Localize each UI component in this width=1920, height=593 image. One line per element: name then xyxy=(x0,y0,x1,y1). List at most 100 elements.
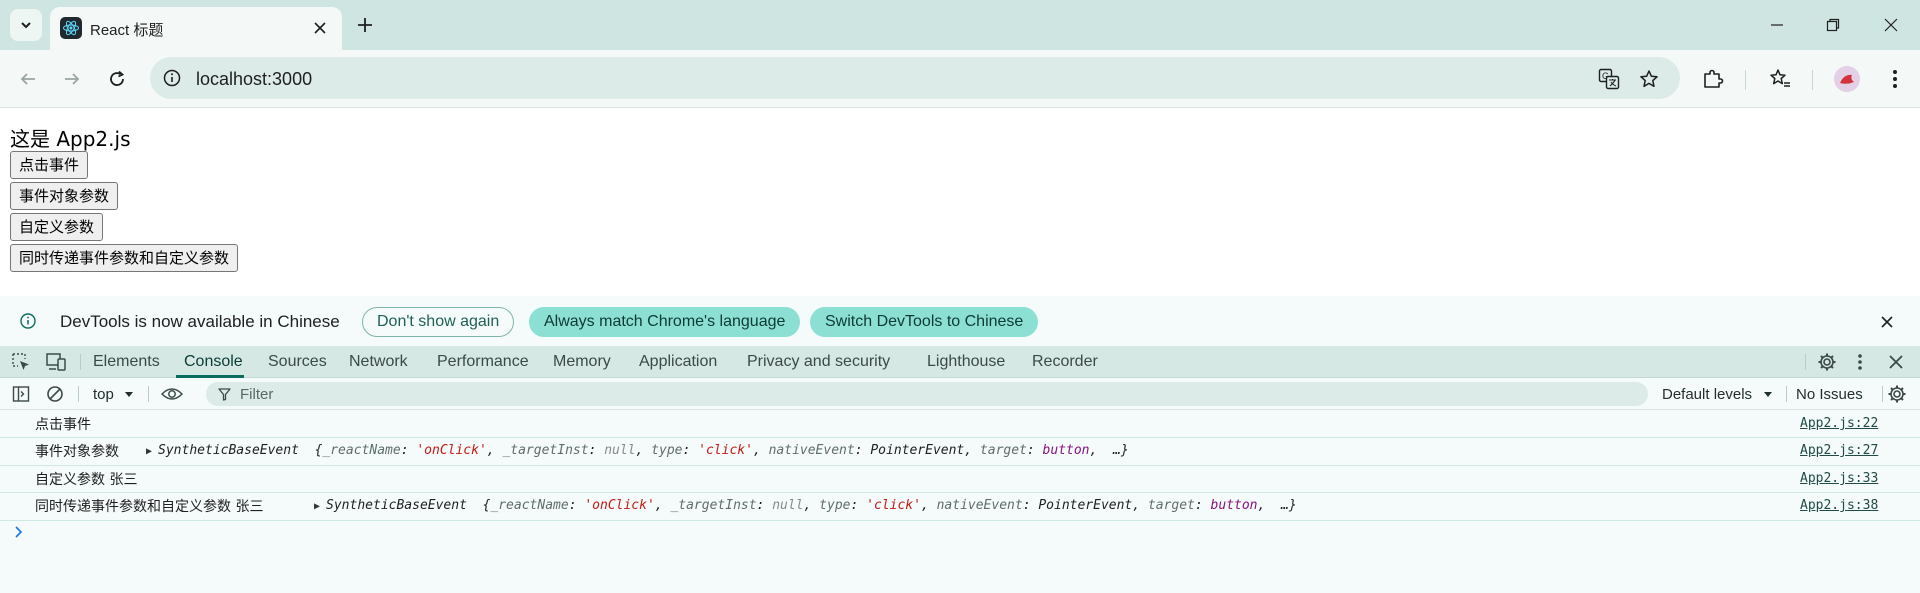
tab-privacy-security[interactable]: Privacy and security xyxy=(747,353,890,371)
console-message: 自定义参数 张三 App2.js:33 xyxy=(0,466,1920,493)
device-icon xyxy=(46,353,66,371)
filter-placeholder: Filter xyxy=(240,386,274,403)
page-heading: 这是 App2.js xyxy=(10,127,131,151)
chevron-down-icon xyxy=(21,22,31,29)
inspect-element-button[interactable] xyxy=(9,350,33,374)
tab-memory[interactable]: Memory xyxy=(553,353,611,371)
dropdown-arrow-icon xyxy=(125,392,133,397)
eye-icon xyxy=(161,388,183,400)
tab-network[interactable]: Network xyxy=(349,353,408,371)
gear-icon xyxy=(1888,385,1906,403)
infobar-message: DevTools is now available in Chinese xyxy=(60,312,340,331)
tab-divider xyxy=(1805,354,1806,370)
console-output: 点击事件 App2.js:22 事件对象参数 ▶ SyntheticBaseEve… xyxy=(0,411,1920,593)
arrow-left-icon xyxy=(20,73,35,85)
dropdown-arrow-icon xyxy=(1764,392,1772,397)
reload-icon xyxy=(110,70,125,86)
devtools-close-button[interactable] xyxy=(1884,350,1908,374)
tab-search-button[interactable] xyxy=(10,9,42,41)
tab-application[interactable]: Application xyxy=(639,353,717,371)
console-toolbar: top Filter Default levels No Issues xyxy=(0,378,1920,410)
log-levels-dropdown[interactable]: Default levels xyxy=(1662,386,1752,403)
more-vertical-icon xyxy=(1893,70,1897,88)
back-button[interactable] xyxy=(12,63,44,95)
console-settings-button[interactable] xyxy=(1885,382,1909,406)
toolbar-divider xyxy=(1812,70,1813,90)
prompt-chevron-icon xyxy=(15,526,23,538)
devtools-panel: DevTools is now available in Chinese Don… xyxy=(0,296,1920,593)
tab-elements[interactable]: Elements xyxy=(93,353,160,371)
always-match-language-button[interactable]: Always match Chrome's language xyxy=(529,307,801,337)
browser-tab[interactable]: React 标题 xyxy=(50,7,342,50)
info-icon xyxy=(18,311,38,331)
tab-sources[interactable]: Sources xyxy=(268,353,327,371)
arrow-right-icon xyxy=(65,73,80,85)
restore-button[interactable] xyxy=(1818,10,1848,40)
browser-toolbar: localhost:3000 G xyxy=(0,50,1920,108)
log-text: 事件对象参数 xyxy=(35,444,119,460)
url-text: localhost:3000 xyxy=(196,69,313,89)
avatar-icon xyxy=(1834,66,1860,92)
console-filter-input[interactable]: Filter xyxy=(206,382,1648,406)
infobar-close-button[interactable] xyxy=(1876,311,1898,333)
device-toolbar-button[interactable] xyxy=(44,350,68,374)
click-event-button[interactable]: 点击事件 xyxy=(10,151,89,179)
reload-button[interactable] xyxy=(101,63,133,95)
tab-lighthouse[interactable]: Lighthouse xyxy=(927,353,1005,371)
switch-to-chinese-button[interactable]: Switch DevTools to Chinese xyxy=(810,307,1039,337)
custom-param-button[interactable]: 自定义参数 xyxy=(10,213,104,241)
minimize-button[interactable] xyxy=(1762,10,1792,40)
console-message: 同时传递事件参数和自定义参数 张三 ▶ SyntheticBaseEvent {_… xyxy=(0,493,1920,521)
page-viewport: 这是 App2.js 点击事件 事件对象参数 自定义参数 同时传递事件参数和自定… xyxy=(0,109,1920,295)
tab-strip: React 标题 xyxy=(0,0,1920,50)
toolbar-divider xyxy=(1882,386,1883,402)
language-infobar: DevTools is now available in Chinese Don… xyxy=(0,296,1920,346)
chrome-menu-button[interactable] xyxy=(1879,63,1911,95)
log-source-link[interactable]: App2.js:27 xyxy=(1800,443,1878,458)
dont-show-again-button[interactable]: Don't show again xyxy=(362,307,515,337)
bookmarks-button[interactable] xyxy=(1764,63,1796,95)
tab-console[interactable]: Console xyxy=(184,353,243,371)
address-bar[interactable]: localhost:3000 G xyxy=(150,57,1680,99)
context-selector[interactable]: top xyxy=(93,386,114,403)
devtools-menu-button[interactable] xyxy=(1848,350,1872,374)
event-and-custom-param-button[interactable]: 同时传递事件参数和自定义参数 xyxy=(10,244,239,272)
sidebar-icon xyxy=(12,386,30,402)
react-logo-icon xyxy=(60,17,82,39)
extensions-button[interactable] xyxy=(1697,63,1729,95)
minimize-icon xyxy=(1771,24,1783,26)
log-text: 同时传递事件参数和自定义参数 张三 xyxy=(35,499,264,515)
filter-icon xyxy=(218,388,231,401)
console-sidebar-button[interactable] xyxy=(9,382,33,406)
site-info-button[interactable] xyxy=(160,66,184,90)
console-prompt[interactable] xyxy=(14,525,24,543)
log-source-link[interactable]: App2.js:22 xyxy=(1800,416,1878,431)
event-object-button[interactable]: 事件对象参数 xyxy=(10,182,119,210)
devtools-settings-button[interactable] xyxy=(1815,350,1839,374)
restore-icon xyxy=(1826,18,1840,32)
live-expression-button[interactable] xyxy=(160,382,184,406)
expand-triangle-icon[interactable]: ▶ xyxy=(146,446,152,457)
tab-recorder[interactable]: Recorder xyxy=(1032,353,1098,371)
clear-console-button[interactable] xyxy=(43,382,67,406)
star-icon xyxy=(1640,70,1658,88)
toolbar-divider xyxy=(78,386,79,402)
forward-button[interactable] xyxy=(56,63,88,95)
more-vertical-icon xyxy=(1858,354,1862,370)
expand-triangle-icon[interactable]: ▶ xyxy=(314,501,320,512)
tab-performance[interactable]: Performance xyxy=(437,353,529,371)
object-preview[interactable]: ▶ SyntheticBaseEvent {_reactName: 'onClic… xyxy=(146,443,1129,458)
tab-title: React 标题 xyxy=(90,22,164,39)
tab-close-button[interactable] xyxy=(308,16,332,40)
log-source-link[interactable]: App2.js:33 xyxy=(1800,471,1878,486)
close-window-button[interactable] xyxy=(1876,10,1906,40)
issues-counter[interactable]: No Issues xyxy=(1796,386,1863,403)
console-message: 事件对象参数 ▶ SyntheticBaseEvent {_reactName: … xyxy=(0,438,1920,466)
bookmark-star-button[interactable] xyxy=(1636,66,1662,92)
object-preview[interactable]: ▶ SyntheticBaseEvent {_reactName: 'onClic… xyxy=(314,498,1297,513)
profile-avatar[interactable] xyxy=(1834,66,1860,92)
new-tab-button[interactable] xyxy=(352,12,378,38)
translate-button[interactable]: G xyxy=(1596,66,1622,92)
tab-divider xyxy=(80,354,81,370)
log-source-link[interactable]: App2.js:38 xyxy=(1800,498,1878,513)
